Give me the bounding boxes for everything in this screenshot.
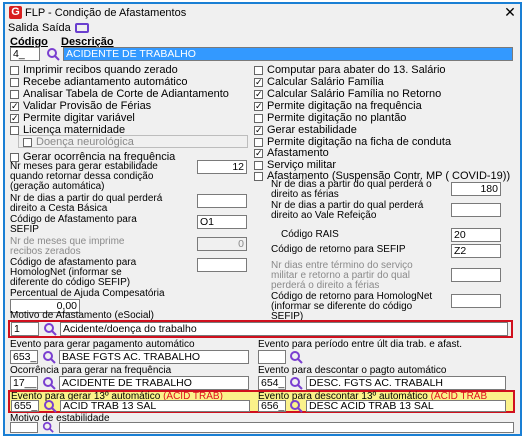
field-evento-13-descontar-desc[interactable]: DESC ACID TRAB 13 SAL bbox=[306, 400, 506, 412]
checkbox[interactable]: ✓ bbox=[10, 102, 19, 111]
label-codigo-retorno-homolognet: Código de retorno para HomologNet (infor… bbox=[271, 291, 433, 322]
field-motivo-estabilidade-code[interactable] bbox=[10, 422, 38, 433]
field-nr-dias-vale[interactable] bbox=[451, 203, 501, 217]
field-codigo-rais[interactable]: 20 bbox=[451, 228, 501, 242]
app-window: G FLP - Condição de Afastamentos ✕ Salid… bbox=[3, 2, 522, 436]
label-codigo-retorno: Código de retorno para SEFIP bbox=[271, 244, 406, 255]
checkbox[interactable]: ✓ bbox=[254, 126, 263, 135]
search-icon[interactable] bbox=[43, 399, 57, 413]
check-label: Permite digitar variável bbox=[23, 112, 135, 124]
field-evento-periodo-code[interactable] bbox=[258, 350, 286, 364]
field-nr-meses-recibos[interactable]: 0 bbox=[197, 237, 247, 251]
label-evento-pagamento: Evento para gerar pagamento automático bbox=[10, 339, 195, 350]
label-codigo-rais: Código RAIS bbox=[281, 229, 339, 240]
field-evento-pagamento-desc[interactable]: BASE FGTS AC. TRABALHO bbox=[59, 350, 249, 364]
label-evento-periodo: Evento para período entre últ dia trab. … bbox=[258, 339, 463, 350]
label-evento-descontar: Evento para descontar o pagto automático bbox=[258, 365, 447, 376]
check-label: Permite digitação na frequência bbox=[267, 100, 422, 112]
exit-icon[interactable] bbox=[75, 23, 89, 33]
check-label: Gerar estabilidade bbox=[267, 124, 357, 136]
label-nr-meses-recibos: Nr de meses que imprime recibos zerados bbox=[10, 236, 125, 257]
check-label: Validar Provisão de Férias bbox=[23, 100, 152, 112]
checkbox[interactable]: ✓ bbox=[254, 90, 263, 99]
checkbox[interactable] bbox=[10, 66, 19, 75]
field-codigo-retorno-homolognet[interactable] bbox=[451, 294, 501, 308]
checkbox[interactable] bbox=[254, 161, 263, 170]
menu-item-saida[interactable]: Saída bbox=[42, 22, 71, 34]
label-nr-meses-estab: Nr meses para gerar estabilidade quando … bbox=[10, 161, 158, 192]
search-icon[interactable] bbox=[43, 322, 57, 336]
label-percentual: Percentual de Ajuda Compesatória bbox=[10, 288, 165, 299]
search-icon[interactable] bbox=[42, 421, 54, 433]
menu-bar: Salida Saída bbox=[5, 21, 520, 36]
check-label: Calcular Salário Família bbox=[267, 76, 384, 88]
check-doenca-neurologica[interactable]: Doença neurológica bbox=[23, 136, 223, 149]
label-codigo-sefip: Código de Afastamento para SEFIP bbox=[10, 214, 137, 235]
title-bar: G FLP - Condição de Afastamentos ✕ bbox=[5, 4, 520, 22]
check-label: Computar para abater do 13. Salário bbox=[267, 64, 446, 76]
check-label: Afastamento bbox=[267, 147, 329, 159]
checkbox[interactable] bbox=[10, 78, 19, 87]
check-label: Calcular Salário Família no Retorno bbox=[267, 88, 442, 100]
field-evento-13-gerar-code[interactable]: 655_ bbox=[11, 400, 39, 412]
field-ocorrencia-code[interactable]: 17__ bbox=[10, 376, 38, 390]
label-nr-dias-termino: Nr dias entre término do serviço militar… bbox=[271, 260, 413, 291]
checkbox[interactable]: ✓ bbox=[10, 114, 19, 123]
codigo-field[interactable]: 4_ bbox=[10, 47, 40, 61]
checkbox[interactable] bbox=[254, 138, 263, 147]
check-label: Imprimir recibos quando zerado bbox=[23, 64, 178, 76]
app-logo-icon: G bbox=[9, 6, 22, 19]
close-button[interactable]: ✕ bbox=[501, 4, 519, 21]
search-icon[interactable] bbox=[289, 350, 303, 364]
label-ocorrencia-freq: Ocorrência para gerar na frequência bbox=[10, 365, 172, 376]
descricao-field[interactable]: ACIDENTE DE TRABALHO bbox=[63, 47, 513, 61]
search-icon[interactable] bbox=[42, 350, 56, 364]
checkbox[interactable] bbox=[10, 90, 19, 99]
check-label: Doença neurológica bbox=[36, 136, 134, 148]
search-icon[interactable] bbox=[42, 376, 56, 390]
field-evento-descontar-desc[interactable]: DESC. FGTS AC. TRABALH bbox=[306, 376, 506, 390]
check-label: Analisar Tabela de Corte de Adiantamento bbox=[23, 88, 229, 100]
checkbox[interactable]: ✓ bbox=[254, 149, 263, 158]
field-codigo-retorno[interactable]: Z2 bbox=[451, 244, 501, 258]
window-title: FLP - Condição de Afastamentos bbox=[25, 7, 187, 19]
field-evento-13-gerar-desc[interactable]: ACID TRAB 13 SAL bbox=[60, 400, 250, 412]
label-nr-dias-ferias: Nr de dias a partir do qual perderá o di… bbox=[271, 179, 432, 200]
checkbox[interactable] bbox=[23, 138, 32, 147]
checkbox[interactable]: ✓ bbox=[254, 102, 263, 111]
label-nr-dias-cesta: Nr de dias a partir do qual perderá dire… bbox=[10, 193, 163, 214]
field-codigo-homolognet[interactable] bbox=[197, 258, 247, 272]
check-label: Permite digitação no plantão bbox=[267, 112, 407, 124]
search-icon[interactable] bbox=[46, 47, 60, 61]
field-motivo-estabilidade-desc[interactable] bbox=[59, 422, 514, 433]
field-evento-descontar-code[interactable]: 654_ bbox=[258, 376, 286, 390]
check-label: Recebe adiantamento automático bbox=[23, 76, 188, 88]
field-evento-pagamento-code[interactable]: 653_ bbox=[10, 350, 38, 364]
checkbox[interactable] bbox=[254, 172, 263, 181]
field-evento-13-descontar-code[interactable]: 656_ bbox=[258, 400, 286, 412]
field-nr-dias-ferias[interactable]: 180 bbox=[451, 182, 501, 196]
field-motivo-code[interactable]: 1 bbox=[11, 322, 39, 336]
label-nr-dias-vale: Nr de dias a partir do qual perderá dire… bbox=[271, 200, 424, 221]
checkbox[interactable] bbox=[254, 114, 263, 123]
field-ocorrencia-desc[interactable]: ACIDENTE DE TRABALHO bbox=[59, 376, 249, 390]
label-codigo-homolognet: Código de afastamento para HomologNet (i… bbox=[10, 257, 137, 288]
checkbox[interactable] bbox=[10, 126, 19, 135]
search-icon[interactable] bbox=[289, 376, 303, 390]
field-nr-dias-cesta[interactable] bbox=[197, 194, 247, 208]
checkbox[interactable] bbox=[254, 66, 263, 75]
field-codigo-sefip[interactable]: O1 bbox=[197, 215, 247, 229]
field-nr-dias-termino[interactable] bbox=[451, 268, 501, 282]
search-icon[interactable] bbox=[289, 399, 303, 413]
field-motivo-desc[interactable]: Acidente/doença do trabalho bbox=[60, 322, 508, 336]
checkbox[interactable]: ✓ bbox=[254, 78, 263, 87]
menu-item-salida[interactable]: Salida bbox=[8, 22, 39, 34]
field-nr-meses-estab[interactable]: 12 bbox=[197, 160, 247, 174]
